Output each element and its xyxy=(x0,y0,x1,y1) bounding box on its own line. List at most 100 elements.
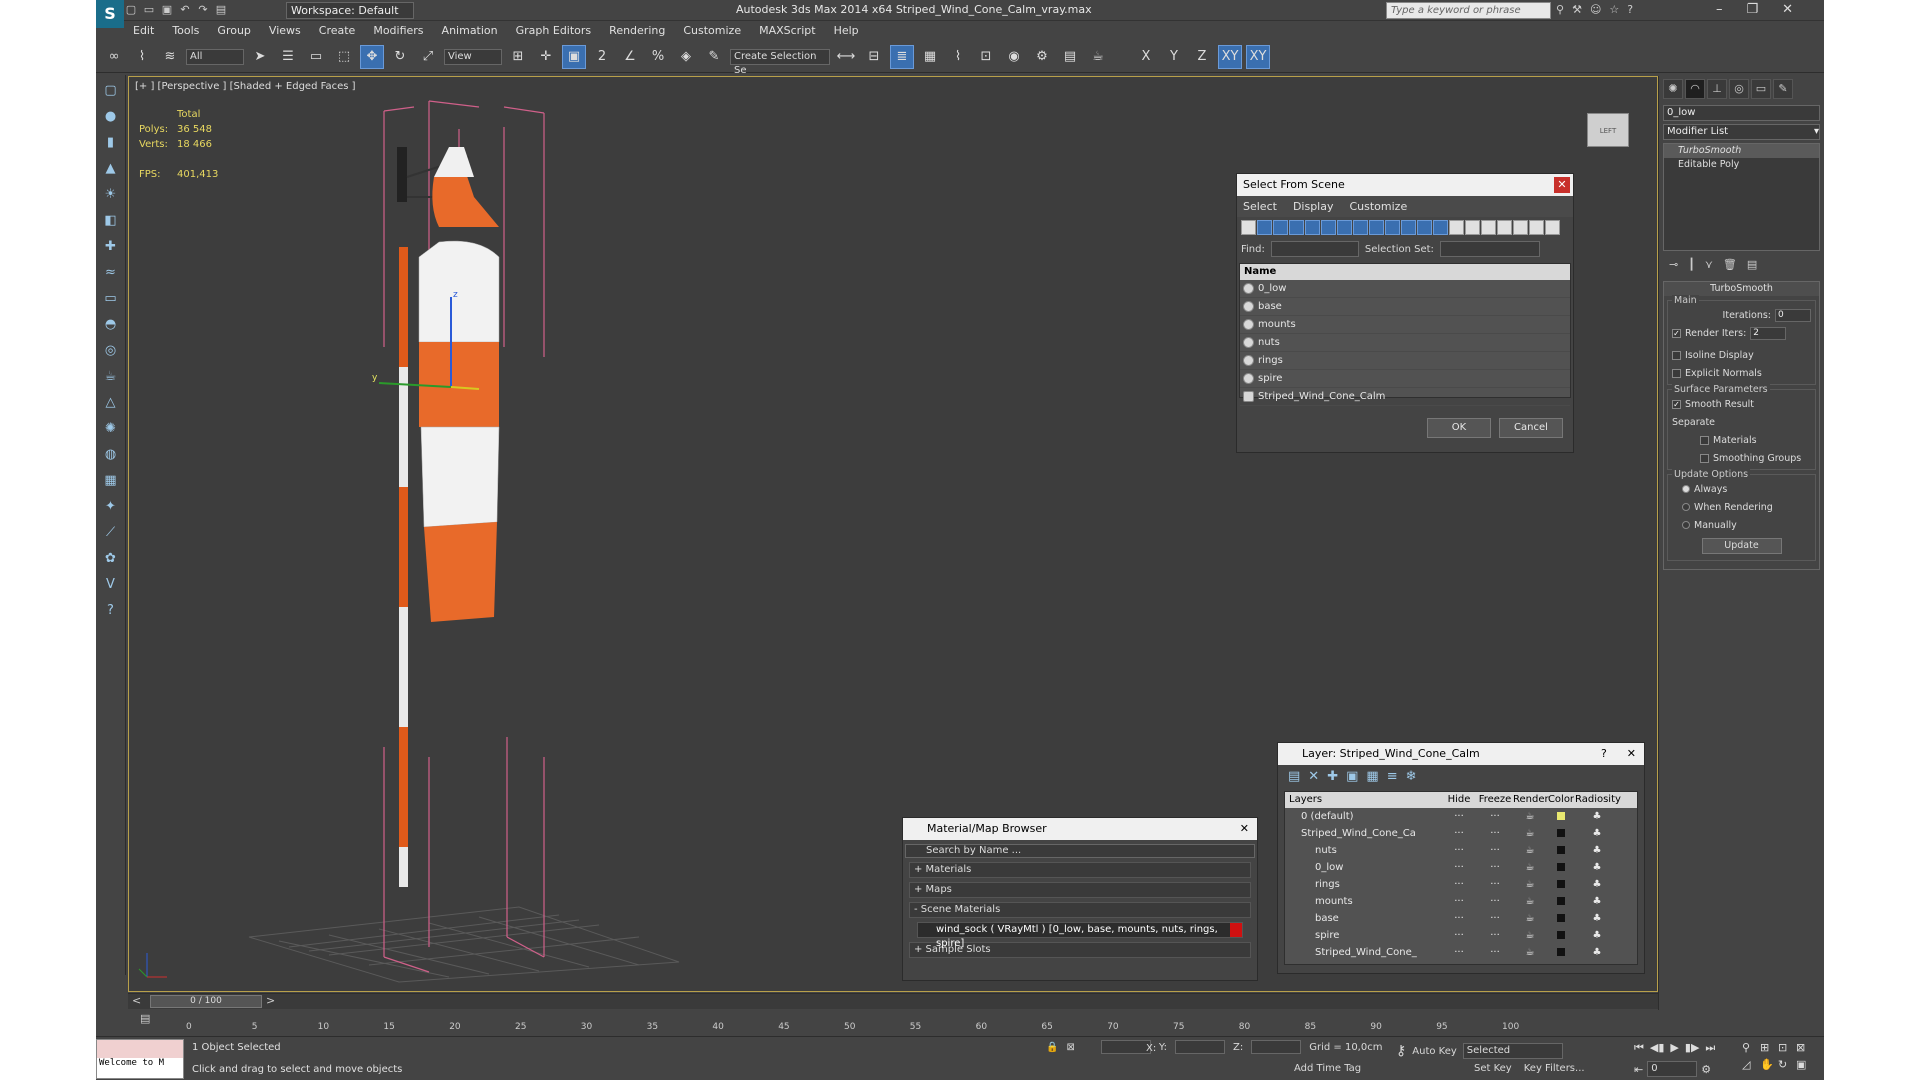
hair-icon[interactable]: ✿ xyxy=(100,547,122,569)
layer-help-icon[interactable]: ? xyxy=(1601,743,1607,765)
tools-icon[interactable]: ⚒ xyxy=(1572,3,1582,16)
make-unique-icon[interactable]: ⋎ xyxy=(1705,258,1713,271)
menu-maxscript[interactable]: MAXScript xyxy=(750,21,824,41)
list-item[interactable]: nuts xyxy=(1240,334,1570,352)
layer-color-swatch[interactable] xyxy=(1557,829,1565,837)
mini-curve-editor-icon[interactable]: ▤ xyxy=(140,1012,150,1025)
axis-xy-cycle-icon[interactable]: XY xyxy=(1246,44,1270,69)
radiosity-icon[interactable]: ♣ xyxy=(1575,808,1619,825)
mmb-materials-section[interactable]: + Materials xyxy=(909,862,1251,878)
sfs-menu-display[interactable]: Display xyxy=(1293,200,1334,213)
layer-color-swatch[interactable] xyxy=(1557,880,1565,888)
project-folder-icon[interactable]: ▤ xyxy=(214,3,228,17)
layer-manager-icon[interactable]: ≣ xyxy=(890,44,914,69)
list-item[interactable]: base xyxy=(1240,298,1570,316)
table-row[interactable]: base ··· ··· ☕ ♣ xyxy=(1285,910,1637,927)
save-file-icon[interactable]: ▣ xyxy=(160,3,174,17)
render-iters-spinner[interactable]: 2 xyxy=(1750,326,1787,340)
radiosity-icon[interactable]: ♣ xyxy=(1575,876,1619,893)
sfs-menu-select[interactable]: Select xyxy=(1243,200,1277,213)
manually-radio[interactable] xyxy=(1682,521,1690,529)
col-color[interactable]: Color xyxy=(1547,792,1575,808)
utilities-tab-icon[interactable]: ✎ xyxy=(1773,79,1793,99)
display-invert-icon[interactable] xyxy=(1465,220,1480,235)
next-key-icon[interactable]: ▮▶ xyxy=(1685,1041,1700,1055)
when-rendering-radio[interactable] xyxy=(1682,503,1690,511)
menu-animation[interactable]: Animation xyxy=(433,21,507,41)
col-radiosity[interactable]: Radiosity xyxy=(1575,792,1621,808)
render-iters-checkbox[interactable]: ✓ xyxy=(1672,328,1681,338)
smoothing-groups-checkbox[interactable] xyxy=(1700,453,1709,463)
zoom-extents-icon[interactable]: ⊡ xyxy=(1778,1041,1796,1054)
container-filter-icon[interactable] xyxy=(1385,220,1400,235)
select-scale-icon[interactable]: ⤢ xyxy=(416,45,440,69)
snaps-toggle-icon[interactable]: 2 xyxy=(590,45,614,69)
maximize-viewport-icon[interactable]: ▣ xyxy=(1796,1058,1814,1071)
help-icon[interactable]: ? xyxy=(1627,3,1633,16)
hidden-filter-icon[interactable] xyxy=(1417,220,1432,235)
radiosity-icon[interactable]: ♣ xyxy=(1575,927,1619,944)
list-item[interactable]: 0_low xyxy=(1240,280,1570,298)
render-teapot-icon[interactable]: ☕ xyxy=(1513,910,1547,927)
create-light-icon[interactable]: ☀ xyxy=(100,183,122,205)
table-row[interactable]: 0 (default) ··· ··· ☕ ♣ xyxy=(1285,808,1637,825)
redo-icon[interactable]: ↷ xyxy=(196,3,210,17)
window-crossing-icon[interactable]: ⬚ xyxy=(332,45,356,69)
infocenter-search-input[interactable]: Type a keyword or phrase xyxy=(1386,2,1551,19)
zoom-all-icon[interactable]: ⊞ xyxy=(1760,1041,1778,1054)
iterations-spinner[interactable]: 0 xyxy=(1775,308,1811,322)
pivot-center-icon[interactable]: ⊞ xyxy=(506,45,530,69)
geosphere-icon[interactable]: ◍ xyxy=(100,443,122,465)
table-row[interactable]: Striped_Wind_Cone_ ··· ··· ☕ ♣ xyxy=(1285,944,1637,961)
graphite-ribbon-icon[interactable]: ▦ xyxy=(918,45,942,69)
materials-checkbox[interactable] xyxy=(1700,435,1709,445)
table-row[interactable]: 0_low ··· ··· ☕ ♣ xyxy=(1285,859,1637,876)
update-button[interactable]: Update xyxy=(1701,538,1782,554)
render-production-icon[interactable]: ☕ xyxy=(1086,45,1110,69)
layer-color-swatch[interactable] xyxy=(1557,812,1565,820)
current-frame-input[interactable]: 0 xyxy=(1647,1061,1698,1077)
shape-filter-icon[interactable] xyxy=(1257,220,1272,235)
group-filter-icon[interactable] xyxy=(1337,220,1352,235)
create-cone-icon[interactable]: ▲ xyxy=(100,157,122,179)
plane-icon[interactable]: ▭ xyxy=(100,287,122,309)
radiosity-icon[interactable]: ♣ xyxy=(1575,842,1619,859)
key-mode-icon[interactable]: ⇤ xyxy=(1634,1063,1643,1076)
list-item[interactable]: Striped_Wind_Cone_Calm xyxy=(1240,388,1570,406)
selection-set-dropdown[interactable] xyxy=(1439,241,1540,257)
teapot-icon[interactable]: ☕ xyxy=(100,365,122,387)
minimize-icon[interactable]: – xyxy=(1716,2,1723,17)
table-row[interactable]: nuts ··· ··· ☕ ♣ xyxy=(1285,842,1637,859)
create-cylinder-icon[interactable]: ▮ xyxy=(100,131,122,153)
time-slider[interactable]: 0 / 100 xyxy=(150,995,262,1008)
maxscript-macro-field[interactable] xyxy=(97,1040,183,1058)
spacewarp-filter-icon[interactable] xyxy=(1321,220,1336,235)
curve-editor-icon[interactable]: ⌇ xyxy=(946,45,970,69)
create-sphere-icon[interactable]: ● xyxy=(100,105,122,127)
viewcube[interactable]: LEFT xyxy=(1587,113,1629,147)
axis-y-icon[interactable]: Y xyxy=(1162,45,1186,69)
table-row[interactable]: mounts ··· ··· ☕ ♣ xyxy=(1285,893,1637,910)
pyramid-icon[interactable]: △ xyxy=(100,391,122,413)
menu-customize[interactable]: Customize xyxy=(674,21,750,41)
list-item[interactable]: spire xyxy=(1240,370,1570,388)
xref-filter-icon[interactable] xyxy=(1353,220,1368,235)
track-bar[interactable]: ▤ 0 5 10 15 20 25 30 35 40 45 50 55 60 65 70 75 80 85 90 95… xyxy=(96,1010,1824,1036)
manipulate-icon[interactable]: ✛ xyxy=(534,45,558,69)
new-layer-icon[interactable]: ▤ xyxy=(1288,769,1300,785)
add-time-tag[interactable]: Add Time Tag xyxy=(1294,1063,1361,1074)
modifier-list-dropdown[interactable]: Modifier List ▾ xyxy=(1663,124,1820,140)
named-selection-dropdown[interactable]: Create Selection Se xyxy=(730,48,830,76)
mirror-icon[interactable]: ⟷ xyxy=(834,45,858,69)
rendered-frame-icon[interactable]: ▤ xyxy=(1058,45,1082,69)
edit-named-selection-icon[interactable]: ✎ xyxy=(702,45,726,69)
key-icon[interactable]: ⚷ xyxy=(1396,1043,1406,1059)
spinner-snap-icon[interactable]: ◈ xyxy=(674,45,698,69)
modify-tab-icon[interactable]: ◠ xyxy=(1685,79,1705,99)
display-all-icon[interactable] xyxy=(1433,220,1448,235)
axis-z-icon[interactable]: Z xyxy=(1190,45,1214,69)
freeze-all-icon[interactable]: ❄ xyxy=(1406,769,1417,785)
sfs-close-icon[interactable]: ✕ xyxy=(1554,177,1570,193)
schematic-view-icon[interactable]: ⊡ xyxy=(974,45,998,69)
menu-modifiers[interactable]: Modifiers xyxy=(364,21,432,41)
